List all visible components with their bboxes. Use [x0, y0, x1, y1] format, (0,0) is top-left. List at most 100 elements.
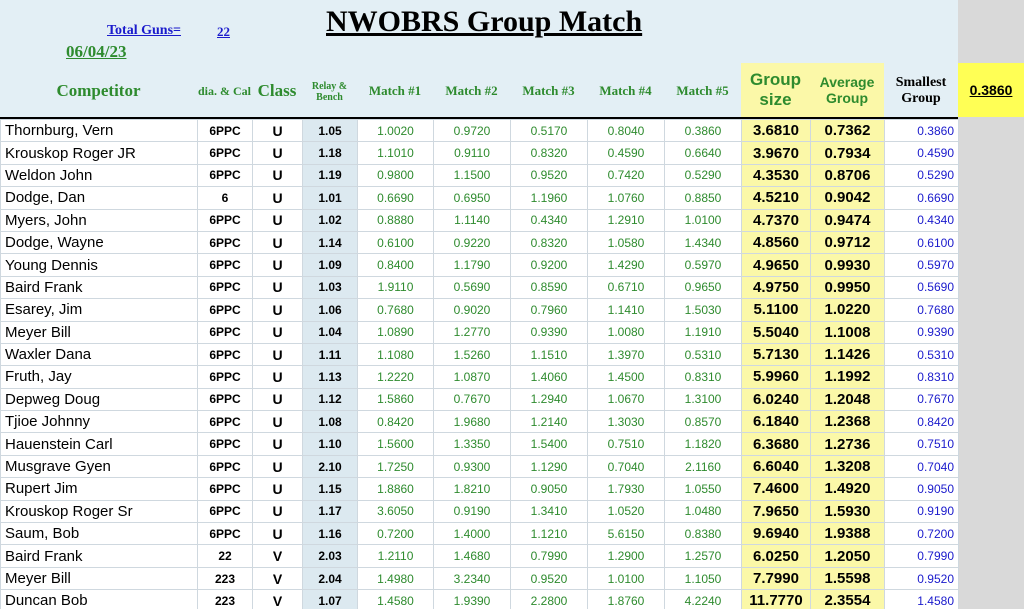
group-size-cell: 4.3530 [741, 163, 811, 188]
match-date: 06/04/23 [66, 42, 127, 61]
match-1-cell: 1.8860 [357, 477, 434, 501]
match-3-cell: 0.9520 [510, 163, 588, 188]
class-cell: U [252, 253, 303, 277]
match-5-cell: 2.1160 [664, 454, 742, 479]
group-size-cell: 3.6810 [741, 118, 811, 143]
match-3-cell: 1.1510 [510, 342, 588, 367]
match-3-cell: 0.8590 [510, 275, 588, 300]
class-cell: U [252, 410, 303, 434]
competitor-name-cell: Duncan Bob [0, 589, 198, 609]
match-4-cell: 1.2900 [587, 544, 665, 568]
table-row: Young Dennis 6PPC U 1.09 0.8400 1.1790 0.9200 1… [0, 253, 959, 277]
match-3-cell: 1.2940 [510, 387, 588, 412]
match-5-cell: 1.0550 [664, 477, 742, 501]
class-cell: U [252, 320, 303, 344]
match-4-cell: 1.8760 [587, 589, 665, 609]
class-cell: U [252, 298, 303, 322]
match-1-cell: 1.1010 [357, 141, 434, 165]
table-row: Baird Frank 6PPC U 1.03 1.9110 0.5690 0.8590 0.… [0, 275, 959, 300]
match-1-cell: 1.2220 [357, 365, 434, 389]
smallest-group-cell: 0.7990 [884, 544, 959, 568]
class-cell: U [252, 275, 303, 300]
match-2-cell: 0.9720 [433, 118, 511, 143]
competitor-name-cell: Meyer Bill [0, 566, 198, 591]
match-4-cell: 1.4500 [587, 365, 665, 389]
group-size-cell: 6.0240 [741, 387, 811, 412]
match-2-cell: 0.5690 [433, 275, 511, 300]
average-group-cell: 1.5930 [810, 499, 885, 524]
match-1-cell: 1.9110 [357, 275, 434, 300]
dia-cal-cell: 6PPC [197, 387, 253, 412]
results-table: Thornburg, Vern 6PPC U 1.05 1.0020 0.9720 0.51… [0, 118, 959, 609]
header-competitor: Competitor [56, 81, 141, 101]
match-3-cell: 0.9050 [510, 477, 588, 501]
match-5-cell: 0.5290 [664, 163, 742, 188]
relay-bench-cell: 1.12 [302, 387, 358, 412]
table-row: Waxler Dana 6PPC U 1.11 1.1080 1.5260 1.1510 1.… [0, 342, 959, 367]
relay-bench-cell: 1.05 [302, 118, 358, 143]
match-2-cell: 0.9190 [433, 499, 511, 524]
group-size-cell: 6.3680 [741, 432, 811, 456]
match-3-cell: 1.3410 [510, 499, 588, 524]
page-title: NWOBRS Group Match [326, 5, 643, 38]
smallest-group-cell: 0.4340 [884, 208, 959, 232]
header-class: Class [257, 81, 297, 101]
table-row: Rupert Jim 6PPC U 1.15 1.8860 1.8210 0.9050 1.7… [0, 477, 959, 501]
competitor-name-cell: Meyer Bill [0, 320, 198, 344]
competitor-name-cell: Rupert Jim [0, 477, 198, 501]
average-group-cell: 1.1426 [810, 342, 885, 367]
class-cell: U [252, 454, 303, 479]
class-cell: U [252, 477, 303, 501]
match-4-cell: 0.7510 [587, 432, 665, 456]
relay-bench-cell: 1.17 [302, 499, 358, 524]
match-1-cell: 1.2110 [357, 544, 434, 568]
match-2-cell: 1.8210 [433, 477, 511, 501]
dia-cal-cell: 6PPC [197, 298, 253, 322]
dia-cal-cell: 6PPC [197, 342, 253, 367]
smallest-group-cell: 0.9520 [884, 566, 959, 591]
average-group-cell: 1.1008 [810, 320, 885, 344]
match-4-cell: 0.4590 [587, 141, 665, 165]
competitor-name-cell: Depweg Doug [0, 387, 198, 412]
competitor-name-cell: Myers, John [0, 208, 198, 232]
smallest-group-cell: 0.7200 [884, 522, 959, 546]
group-size-cell: 6.1840 [741, 410, 811, 434]
group-size-cell: 4.9750 [741, 275, 811, 300]
smallest-group-cell: 0.8310 [884, 365, 959, 389]
match-2-cell: 0.9110 [433, 141, 511, 165]
class-cell: V [252, 589, 303, 609]
match-3-cell: 1.1290 [510, 454, 588, 479]
group-size-cell: 4.5210 [741, 186, 811, 210]
average-group-cell: 0.9474 [810, 208, 885, 232]
header-group-size: Group size [741, 63, 810, 117]
match-5-cell: 0.5970 [664, 253, 742, 277]
relay-bench-cell: 1.09 [302, 253, 358, 277]
average-group-cell: 1.2050 [810, 544, 885, 568]
average-group-cell: 1.3208 [810, 454, 885, 479]
table-row: Saum, Bob 6PPC U 1.16 0.7200 1.4000 1.1210 5.61… [0, 522, 959, 546]
match-4-cell: 1.0100 [587, 566, 665, 591]
smallest-group-cell: 0.8420 [884, 410, 959, 434]
relay-bench-cell: 1.03 [302, 275, 358, 300]
smallest-group-cell: 0.6690 [884, 186, 959, 210]
dia-cal-cell: 6 [197, 186, 253, 210]
dia-cal-cell: 6PPC [197, 432, 253, 456]
smallest-group-cell: 0.9050 [884, 477, 959, 501]
competitor-name-cell: Musgrave Gyen [0, 454, 198, 479]
dia-cal-cell: 6PPC [197, 410, 253, 434]
match-3-cell: 0.4340 [510, 208, 588, 232]
match-2-cell: 3.2340 [433, 566, 511, 591]
relay-bench-cell: 1.13 [302, 365, 358, 389]
competitor-name-cell: Dodge, Wayne [0, 230, 198, 255]
match-4-cell: 1.3030 [587, 410, 665, 434]
match-4-cell: 1.3970 [587, 342, 665, 367]
table-row: Tjioe Johnny 6PPC U 1.08 0.8420 1.9680 1.2140 1… [0, 410, 959, 434]
relay-bench-cell: 1.18 [302, 141, 358, 165]
dia-cal-cell: 6PPC [197, 275, 253, 300]
competitor-name-cell: Saum, Bob [0, 522, 198, 546]
class-cell: U [252, 118, 303, 143]
average-group-cell: 0.9712 [810, 230, 885, 255]
relay-bench-cell: 1.07 [302, 589, 358, 609]
group-size-cell: 4.8560 [741, 230, 811, 255]
average-group-cell: 1.1992 [810, 365, 885, 389]
